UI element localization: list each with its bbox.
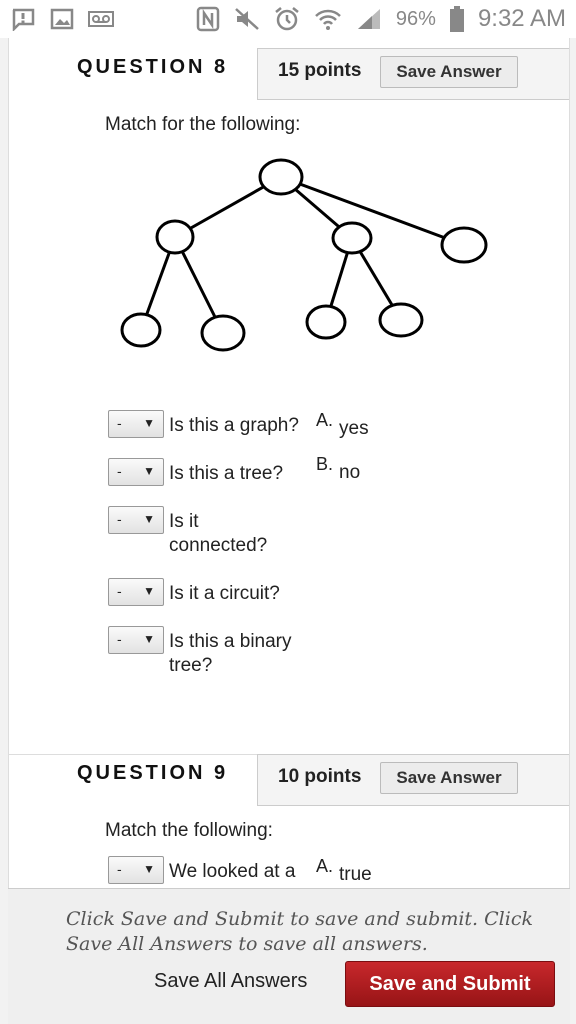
dropdown-arrow-icon: ▼ [143, 416, 155, 430]
submit-instructions: Click Save and Submit to save and submit… [66, 908, 533, 955]
question-9-header: QUESTION 9 10 points Save Answer [9, 744, 569, 806]
battery-icon [449, 6, 464, 32]
answer-letter: B. [316, 454, 334, 474]
quiz-page: QUESTION 8 15 points Save Answer Match f… [8, 38, 570, 1024]
select-value: - [117, 463, 122, 479]
match-question: Is this a tree? [169, 463, 284, 484]
alert-icon [10, 7, 36, 31]
select-value: - [117, 511, 122, 527]
battery-percent: 96% [395, 7, 436, 30]
dropdown-arrow-icon: ▼ [143, 862, 155, 876]
answer-letter: A. [316, 410, 334, 430]
question-8-prompt: Match for the following: [105, 114, 301, 135]
match-question: We looked at a [169, 861, 296, 882]
answer-select[interactable]: - ▼ [108, 578, 164, 606]
dropdown-arrow-icon: ▼ [143, 512, 155, 526]
question-8-points: 15 points [278, 60, 362, 81]
image-icon [50, 8, 74, 30]
clock: 9:32 AM [477, 5, 566, 32]
mute-icon [234, 7, 260, 31]
status-right-icons: 96% 9:32 AM [196, 5, 566, 33]
match-question: Is this a binary tree? [169, 631, 292, 676]
tree-node [440, 226, 488, 264]
alarm-icon [274, 6, 300, 32]
select-value: - [117, 631, 122, 647]
select-value: - [117, 415, 122, 431]
select-value: - [117, 861, 122, 877]
question-9-save-answer-button[interactable]: Save Answer [380, 762, 518, 794]
tree-node [120, 312, 162, 348]
wifi-icon [314, 7, 342, 31]
submit-footer: Click Save and Submit to save and submit… [8, 888, 570, 1024]
dropdown-arrow-icon: ▼ [143, 464, 155, 478]
tree-diagram [120, 158, 488, 352]
question-8-save-answer-button[interactable]: Save Answer [380, 56, 518, 88]
question-8-header: QUESTION 8 15 points Save Answer [9, 38, 569, 100]
question-9-points-tab: 10 points Save Answer [257, 754, 569, 806]
answer-select[interactable]: - ▼ [108, 856, 164, 884]
dropdown-arrow-icon: ▼ [143, 632, 155, 646]
dropdown-arrow-icon: ▼ [143, 584, 155, 598]
question-9-points: 10 points [278, 766, 362, 787]
answer-text: yes [339, 418, 369, 439]
answer-text: true [339, 864, 372, 885]
tree-node [155, 219, 195, 255]
question-8-points-tab: 15 points Save Answer [257, 48, 569, 100]
status-left-icons [10, 7, 114, 31]
question-9-prompt: Match the following: [105, 820, 273, 841]
nfc-icon [196, 6, 220, 32]
answer-select[interactable]: - ▼ [108, 410, 164, 438]
status-bar: 96% 9:32 AM [0, 0, 576, 38]
question-9-title: QUESTION 9 [77, 762, 229, 784]
match-question: Is this a graph? [169, 415, 299, 436]
tree-edge [280, 175, 465, 247]
voicemail-icon [88, 11, 114, 27]
answer-text: no [339, 462, 361, 483]
tree-node [378, 302, 424, 338]
save-and-submit-button[interactable]: Save and Submit [345, 961, 555, 1007]
question-8-title: QUESTION 8 [77, 56, 229, 78]
match-question: Is it connected? [169, 511, 268, 556]
tree-node-root [258, 158, 304, 196]
tree-node [305, 304, 347, 340]
answer-letter: A. [316, 856, 334, 876]
signal-icon [356, 7, 382, 31]
question-8: QUESTION 8 15 points Save Answer Match f… [9, 38, 569, 676]
match-question: Is it a circuit? [169, 583, 280, 604]
tree-node [200, 314, 246, 352]
tree-node [331, 221, 373, 255]
select-value: - [117, 583, 122, 599]
answer-select[interactable]: - ▼ [108, 458, 164, 486]
answer-select[interactable]: - ▼ [108, 626, 164, 654]
answer-select[interactable]: - ▼ [108, 506, 164, 534]
save-all-answers-button[interactable]: Save All Answers [154, 970, 307, 993]
